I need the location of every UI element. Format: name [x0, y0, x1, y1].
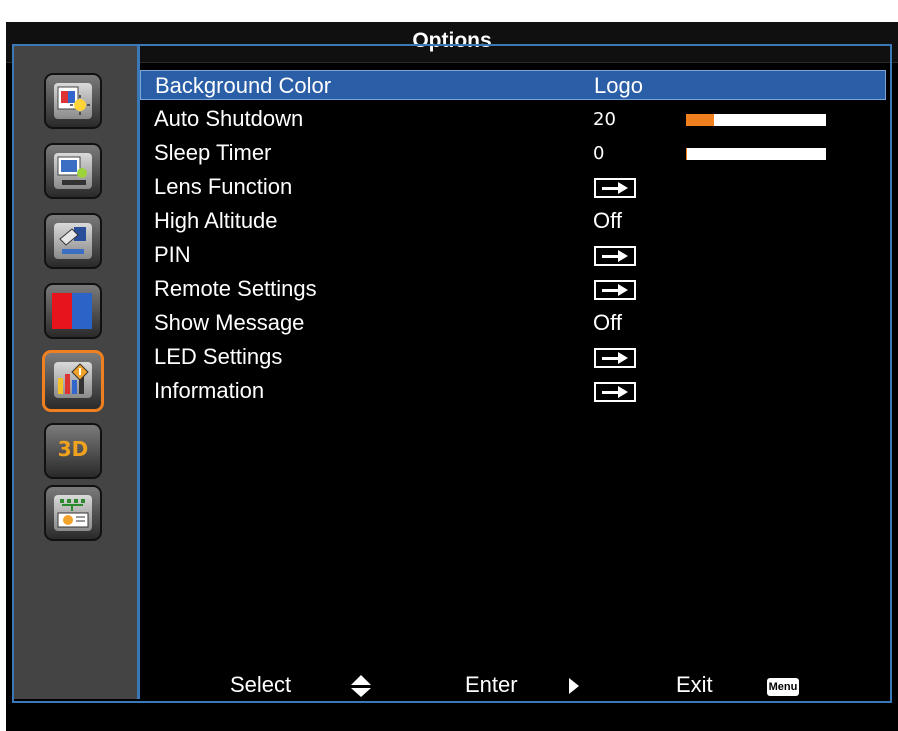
- menu-item-label: Background Color: [155, 73, 332, 98]
- menu-item-sleep-timer[interactable]: Sleep Timer 0: [140, 138, 886, 168]
- submenu-arrow-icon: [594, 382, 636, 402]
- menu-item-label: Show Message: [154, 310, 305, 335]
- up-down-arrow-icon: [351, 675, 371, 697]
- submenu-arrow-icon: [594, 280, 636, 300]
- menu-item-auto-shutdown[interactable]: Auto Shutdown 20: [140, 104, 886, 134]
- slider-fill: [686, 114, 714, 126]
- menu-item-label: Information: [154, 378, 265, 403]
- menu-item-label: High Altitude: [154, 208, 278, 233]
- show-message-value: Off: [593, 310, 622, 335]
- background-color-value: Logo: [594, 73, 643, 98]
- menu-item-lens-function[interactable]: Lens Function: [140, 172, 886, 202]
- button-hint-bar: Select Enter Exit Menu: [140, 670, 886, 700]
- menu-item-high-altitude[interactable]: High Altitude Off: [140, 206, 886, 236]
- menu-item-show-message[interactable]: Show Message Off: [140, 308, 886, 338]
- submenu-arrow-icon: [594, 348, 636, 368]
- submenu-arrow-icon: [594, 178, 636, 198]
- right-arrow-icon: [569, 678, 579, 694]
- menu-item-information[interactable]: Information: [140, 376, 886, 406]
- menu-item-label: Lens Function: [154, 174, 293, 199]
- sleep-timer-slider[interactable]: [686, 148, 826, 160]
- menu-item-label: LED Settings: [154, 344, 283, 369]
- slider-fill: [686, 148, 688, 160]
- exit-hint-label: Exit: [676, 672, 713, 697]
- menu-item-remote-settings[interactable]: Remote Settings: [140, 274, 886, 304]
- menu-key-icon: Menu: [767, 678, 799, 696]
- sleep-timer-value: 0: [593, 143, 605, 164]
- menu-item-label: Sleep Timer: [154, 140, 272, 165]
- menu-item-label: Remote Settings: [154, 276, 317, 301]
- enter-hint-label: Enter: [465, 672, 518, 697]
- high-altitude-value: Off: [593, 208, 622, 233]
- menu-item-background-color[interactable]: Background Color Logo: [140, 70, 886, 100]
- submenu-arrow-icon: [594, 246, 636, 266]
- menu-item-led-settings[interactable]: LED Settings: [140, 342, 886, 372]
- menu-item-label: Auto Shutdown: [154, 106, 304, 131]
- select-hint-label: Select: [230, 672, 292, 697]
- menu-item-label: PIN: [154, 242, 191, 267]
- menu-item-pin[interactable]: PIN: [140, 240, 886, 270]
- auto-shutdown-slider[interactable]: [686, 114, 826, 126]
- auto-shutdown-value: 20: [593, 109, 616, 130]
